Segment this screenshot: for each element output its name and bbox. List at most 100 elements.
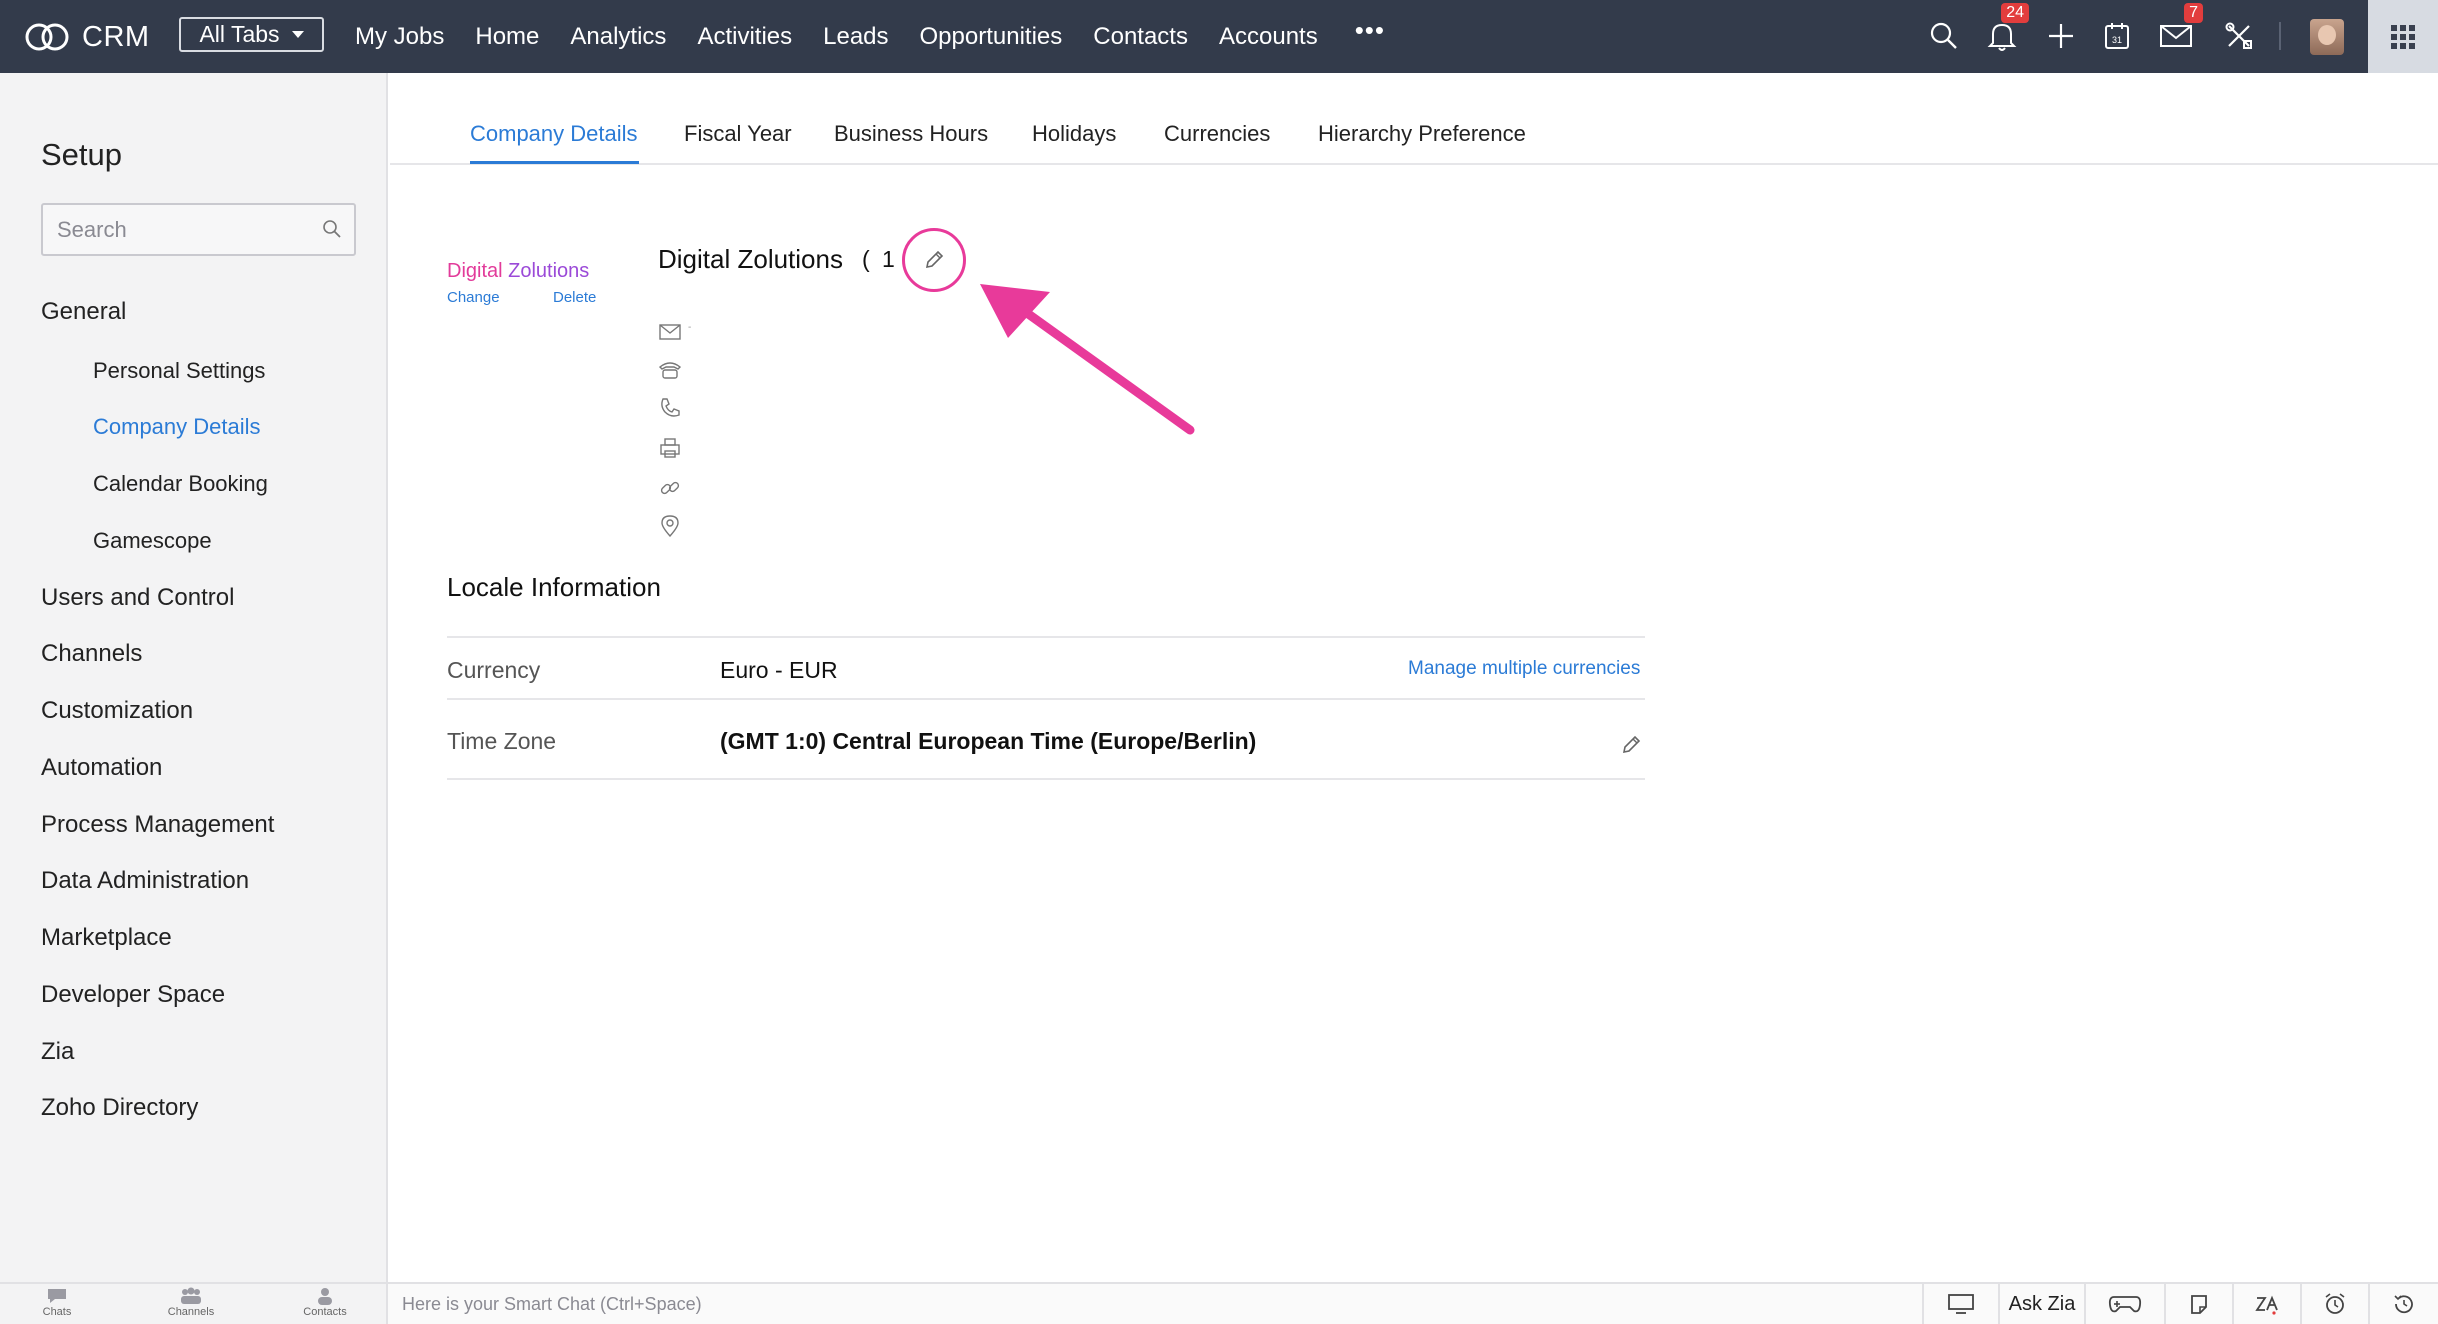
- setup-sidebar: Setup General Personal Settings Company …: [0, 73, 388, 1282]
- divider: [447, 698, 1645, 700]
- pencil-icon: [1622, 735, 1641, 754]
- currency-label: Currency: [447, 657, 541, 683]
- telephone-icon: [658, 358, 682, 382]
- alarm-button[interactable]: [2300, 1284, 2368, 1324]
- nav-my-jobs[interactable]: My Jobs: [355, 23, 444, 51]
- toolbar-divider: [2279, 22, 2281, 50]
- chat-bubble-icon: [48, 1289, 66, 1303]
- zia-icon: [2255, 1295, 2278, 1315]
- active-tab-indicator: [470, 161, 639, 164]
- settings-tabs: Company Details Fiscal Year Business Hou…: [390, 73, 2438, 165]
- setup-title: Setup: [41, 137, 123, 172]
- sidebar-item-general[interactable]: General: [41, 298, 126, 326]
- messaging-shortcuts: Chats Channels Contacts: [0, 1284, 388, 1324]
- time-zone-value: (GMT 1:0) Central European Time (Europe/…: [720, 728, 1257, 754]
- calendar-icon[interactable]: 31: [2098, 17, 2136, 55]
- tab-fiscal-year[interactable]: Fiscal Year: [684, 121, 792, 147]
- sidebar-item-customization[interactable]: Customization: [41, 697, 193, 725]
- sidebar-item-users-and-control[interactable]: Users and Control: [41, 584, 234, 612]
- sidebar-item-zia[interactable]: Zia: [41, 1038, 74, 1066]
- history-button[interactable]: [2368, 1284, 2438, 1324]
- phone-icon: [658, 396, 682, 420]
- more-tabs-icon[interactable]: •••: [1355, 15, 1385, 46]
- tools-icon[interactable]: [2220, 17, 2258, 55]
- nav-home[interactable]: Home: [475, 23, 539, 51]
- sidebar-item-zoho-directory[interactable]: Zoho Directory: [41, 1094, 198, 1122]
- tab-company-details[interactable]: Company Details: [470, 121, 638, 147]
- email-value: -: [688, 322, 692, 333]
- divider: [447, 778, 1645, 780]
- tab-business-hours[interactable]: Business Hours: [834, 121, 988, 147]
- all-tabs-label: All Tabs: [199, 21, 280, 47]
- sidebar-item-personal-settings[interactable]: Personal Settings: [93, 358, 265, 384]
- sidebar-item-company-details[interactable]: Company Details: [93, 414, 261, 440]
- tab-currencies[interactable]: Currencies: [1164, 121, 1270, 147]
- search-icon[interactable]: [322, 219, 342, 244]
- brand-name: CRM: [82, 20, 150, 53]
- sidebar-item-process-management[interactable]: Process Management: [41, 811, 274, 839]
- svg-text:31: 31: [2112, 35, 2122, 45]
- sticky-note-icon: [2191, 1295, 2207, 1314]
- apps-grid-icon: [2391, 24, 2415, 49]
- pencil-icon: [925, 250, 944, 269]
- notes-button[interactable]: [2164, 1284, 2232, 1324]
- search-input[interactable]: [57, 215, 307, 245]
- mail-count-badge: 7: [2184, 3, 2203, 23]
- edit-company-button[interactable]: [902, 228, 966, 292]
- sidebar-item-channels[interactable]: Channels: [41, 640, 142, 668]
- sidebar-item-automation[interactable]: Automation: [41, 754, 162, 782]
- crm-logo-icon: [25, 23, 69, 51]
- company-logo: Digital Zolutions: [447, 260, 590, 282]
- search-icon[interactable]: [1925, 17, 1963, 55]
- plus-icon[interactable]: [2042, 17, 2080, 55]
- bell-icon[interactable]: 24: [1983, 3, 2029, 55]
- person-icon: [318, 1288, 332, 1305]
- sidebar-item-calendar-booking[interactable]: Calendar Booking: [93, 471, 268, 497]
- zia-button[interactable]: [2232, 1284, 2300, 1324]
- nav-contacts[interactable]: Contacts: [1093, 23, 1188, 51]
- monitor-icon: [1948, 1294, 1974, 1314]
- mail-icon[interactable]: 7: [2157, 3, 2203, 55]
- link-icon: [658, 476, 682, 500]
- gamescope-button[interactable]: [2084, 1284, 2164, 1324]
- sidebar-item-gamescope[interactable]: Gamescope: [93, 528, 212, 554]
- edit-time-zone-button[interactable]: [1620, 734, 1642, 761]
- avatar[interactable]: [2310, 19, 2344, 55]
- top-navigation-bar: CRM All Tabs My Jobs Home Analytics Acti…: [0, 0, 2438, 73]
- fax-icon: [658, 436, 682, 460]
- crm-logo[interactable]: CRM: [24, 16, 150, 58]
- time-zone-label: Time Zone: [447, 728, 557, 754]
- main-nav: My Jobs Home Analytics Activities Leads …: [355, 0, 1385, 73]
- apps-grid-button[interactable]: [2368, 0, 2438, 73]
- history-icon: [2394, 1295, 2413, 1314]
- sidebar-item-data-administration[interactable]: Data Administration: [41, 867, 249, 895]
- sidebar-item-marketplace[interactable]: Marketplace: [41, 924, 172, 952]
- nav-activities[interactable]: Activities: [697, 23, 792, 51]
- group-icon: [181, 1287, 201, 1304]
- tab-hierarchy-preference[interactable]: Hierarchy Preference: [1318, 121, 1526, 147]
- contacts-button[interactable]: Contacts: [295, 1287, 355, 1318]
- manage-multiple-currencies-link[interactable]: Manage multiple currencies: [1408, 658, 1640, 680]
- tab-holidays[interactable]: Holidays: [1032, 121, 1116, 147]
- nav-analytics[interactable]: Analytics: [570, 23, 666, 51]
- screen-share-button[interactable]: [1922, 1284, 1998, 1324]
- chevron-down-icon: [291, 31, 304, 38]
- bottom-bar: Chats Channels Contacts Here is your Sma…: [0, 1282, 2438, 1324]
- notification-count-badge: 24: [2001, 3, 2029, 23]
- channels-button[interactable]: Channels: [161, 1287, 221, 1318]
- smart-chat-input[interactable]: Here is your Smart Chat (Ctrl+Space): [402, 1294, 702, 1315]
- currency-value: Euro - EUR: [720, 657, 838, 683]
- sidebar-item-developer-space[interactable]: Developer Space: [41, 981, 225, 1009]
- annotation-arrow-icon: [980, 284, 1195, 435]
- ask-zia-button[interactable]: Ask Zia: [1998, 1284, 2084, 1324]
- company-name: Digital Zolutions: [658, 244, 843, 274]
- nav-accounts[interactable]: Accounts: [1219, 23, 1318, 51]
- all-tabs-dropdown[interactable]: All Tabs: [179, 17, 324, 52]
- setup-search: [41, 203, 356, 256]
- change-logo-link[interactable]: Change: [447, 289, 500, 306]
- delete-logo-link[interactable]: Delete: [553, 289, 596, 306]
- nav-opportunities[interactable]: Opportunities: [920, 23, 1063, 51]
- chats-button[interactable]: Chats: [27, 1287, 87, 1318]
- gamepad-icon: [2108, 1296, 2142, 1313]
- nav-leads[interactable]: Leads: [823, 23, 888, 51]
